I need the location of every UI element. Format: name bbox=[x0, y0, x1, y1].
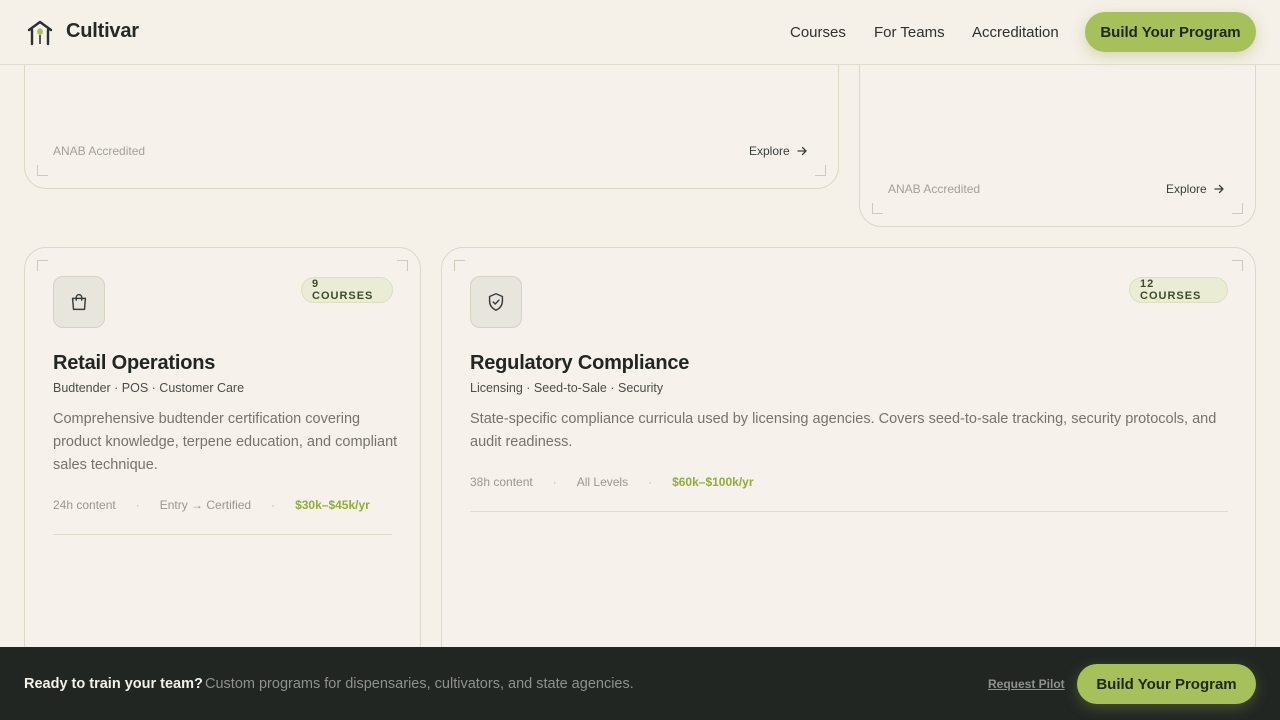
category-icon-box bbox=[470, 276, 522, 328]
explore-link[interactable]: Explore bbox=[1166, 182, 1225, 196]
card-meta: 24h content · Entry → Certified · $30k–$… bbox=[53, 498, 370, 512]
explore-label: Explore bbox=[749, 144, 790, 158]
build-program-bar-button[interactable]: Build Your Program bbox=[1077, 664, 1256, 704]
content-hours: 24h content bbox=[53, 498, 116, 512]
brand-name[interactable]: Cultivar bbox=[66, 20, 139, 43]
category-icon-box bbox=[53, 276, 105, 328]
home-leaf-icon[interactable] bbox=[26, 19, 54, 47]
corner-mark bbox=[37, 260, 48, 271]
accreditation-label: ANAB Accredited bbox=[53, 144, 146, 158]
explore-label: Explore bbox=[1166, 182, 1207, 196]
meta-separator: · bbox=[271, 498, 276, 512]
divider bbox=[470, 511, 1228, 512]
card-tags: Licensing · Seed-to-Sale · Security bbox=[470, 381, 664, 395]
pathway-card: ANAB Accredited Explore bbox=[859, 40, 1256, 227]
retail-operations-card[interactable]: 9 COURSES Retail Operations Budtender · … bbox=[24, 247, 421, 667]
meta-separator: · bbox=[135, 498, 140, 512]
site-header: Cultivar Courses For Teams Accreditation… bbox=[0, 0, 1280, 65]
course-count-badge: 12 COURSES bbox=[1129, 277, 1228, 303]
arrow-right-icon bbox=[1214, 184, 1224, 194]
accreditation-label: ANAB Accredited bbox=[888, 182, 981, 196]
explore-link[interactable]: Explore bbox=[749, 144, 808, 158]
corner-mark bbox=[815, 165, 826, 176]
corner-mark bbox=[872, 203, 883, 214]
content-hours: 38h content bbox=[470, 475, 533, 489]
meta-separator: · bbox=[552, 475, 557, 489]
card-meta: 38h content · All Levels · $60k–$100k/yr bbox=[470, 475, 754, 489]
corner-mark bbox=[37, 165, 48, 176]
corner-mark bbox=[1232, 203, 1243, 214]
card-title: Retail Operations bbox=[53, 352, 216, 374]
nav-courses[interactable]: Courses bbox=[790, 24, 846, 41]
corner-mark bbox=[397, 260, 408, 271]
level-range: Entry → Certified bbox=[159, 498, 252, 512]
shield-check-icon bbox=[488, 293, 504, 311]
cta-bar-subtitle: Custom programs for dispensaries, cultiv… bbox=[205, 676, 634, 692]
build-program-button[interactable]: Build Your Program bbox=[1085, 12, 1256, 52]
nav-accreditation[interactable]: Accreditation bbox=[972, 24, 1059, 41]
salary-range: $30k–$45k/yr bbox=[295, 498, 370, 512]
nav-for-teams[interactable]: For Teams bbox=[874, 24, 945, 41]
card-title: Regulatory Compliance bbox=[470, 352, 690, 374]
request-pilot-link[interactable]: Request Pilot bbox=[988, 677, 1065, 691]
corner-mark bbox=[1232, 260, 1243, 271]
card-tags: Budtender · POS · Customer Care bbox=[53, 381, 245, 395]
cta-bar-title: Ready to train your team? bbox=[24, 676, 203, 692]
salary-range: $60k–$100k/yr bbox=[672, 475, 754, 489]
regulatory-compliance-card[interactable]: 12 COURSES Regulatory Compliance Licensi… bbox=[441, 247, 1256, 667]
sticky-cta-bar: Ready to train your team? Custom program… bbox=[0, 647, 1280, 720]
shopping-bag-icon bbox=[71, 294, 87, 311]
divider bbox=[53, 534, 392, 535]
card-description: Comprehensive budtender certification co… bbox=[53, 411, 398, 473]
corner-mark bbox=[454, 260, 465, 271]
arrow-right-icon bbox=[797, 146, 807, 156]
level-range: All Levels bbox=[576, 475, 629, 489]
course-count-badge: 9 COURSES bbox=[301, 277, 393, 303]
meta-separator: · bbox=[648, 475, 653, 489]
card-description: State-specific compliance curricula used… bbox=[470, 411, 1217, 450]
